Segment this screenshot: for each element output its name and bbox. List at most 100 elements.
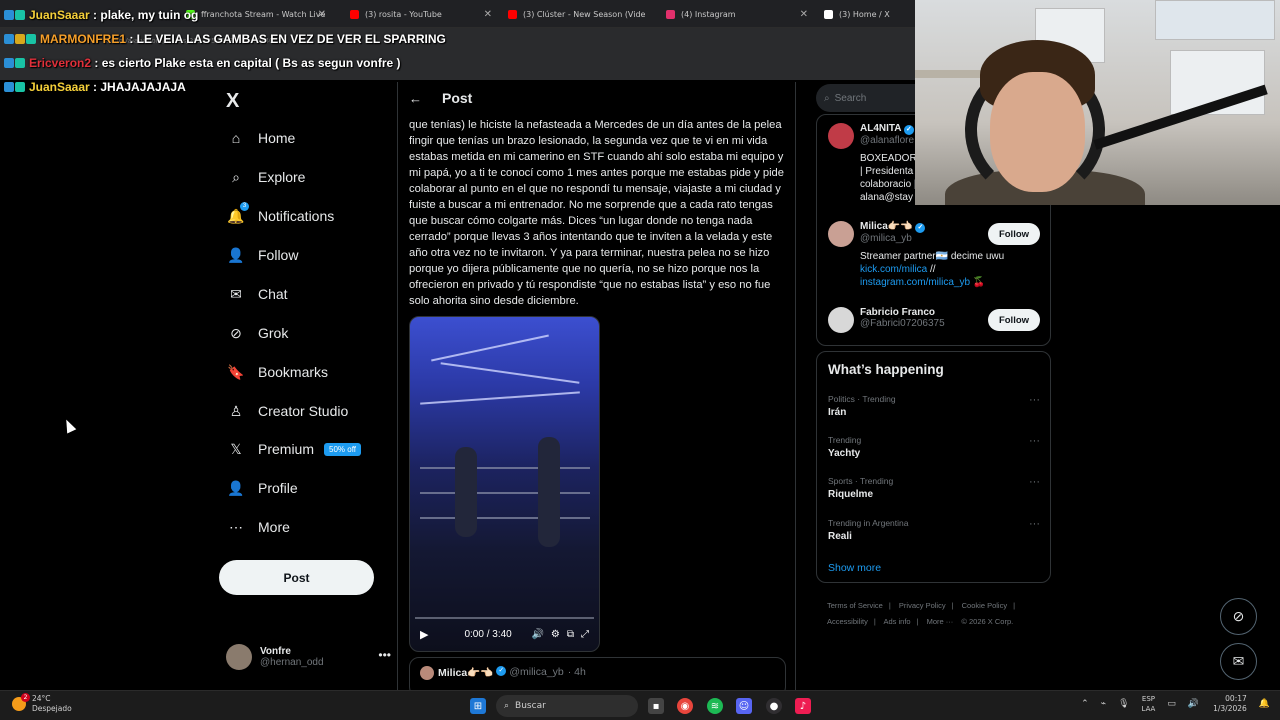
avatar (828, 307, 854, 333)
verified-badge-icon: ✓ (903, 125, 914, 135)
volume-icon[interactable]: 🔊 (531, 629, 543, 640)
mouse-cursor-icon (61, 417, 77, 434)
obs-icon[interactable]: ● (766, 698, 782, 714)
ring-rope (420, 467, 590, 469)
discord-icon[interactable]: ☺ (736, 698, 752, 714)
footer-link[interactable]: Accessibility (827, 617, 868, 626)
chevron-up-icon[interactable]: ⌃ (1081, 699, 1089, 709)
bio-link[interactable]: instagram.com/milica_yb (860, 277, 970, 288)
tab-x-home[interactable]: (3) Home / X (824, 0, 914, 28)
nav-chat[interactable]: ✉ Chat (227, 282, 287, 306)
notifications-bell-icon[interactable]: 🔔 (1259, 699, 1270, 709)
chat-badges (4, 82, 25, 92)
post-button[interactable]: Post (219, 560, 374, 595)
tab-instagram[interactable]: (4) Instagram ✕ (666, 0, 808, 28)
bell-icon: 🔔 3 (227, 202, 249, 225)
more-dots-icon[interactable]: ··· (1029, 476, 1040, 488)
chat-text: es cierto Plake esta en capital ( Bs as … (101, 56, 401, 70)
suggested-user[interactable]: AL4NITA ✓ @alanaflore BOXEADORA | Presid… (828, 123, 923, 204)
mail-icon: ✉ (230, 285, 242, 302)
ring-rope (420, 517, 590, 519)
display-icon[interactable]: ▭ (1167, 699, 1176, 709)
streamer-face (990, 72, 1085, 192)
avatar (828, 123, 854, 149)
language-indicator[interactable]: ESP LAA (1142, 694, 1156, 714)
video-player[interactable]: ▶ 0:00 / 3:40 🔊 ⚙ ⧉ ⤢ (409, 316, 600, 652)
nav-explore[interactable]: ⌕ Explore (227, 165, 305, 189)
quoted-reply[interactable]: Milica👉🏻👈🏻 ✓ @milica_yb · 4h (409, 657, 786, 692)
avatar (828, 221, 854, 247)
microphone-icon[interactable]: 🎙 (1118, 699, 1129, 709)
tab-youtube-cluster[interactable]: (3) Clúster - New Season (Vide (508, 0, 650, 28)
network-icon[interactable]: ⌁ (1101, 699, 1106, 709)
grok-icon[interactable]: ⊘ (1220, 598, 1257, 635)
spotify-icon[interactable]: ≋ (707, 698, 723, 714)
nav-follow[interactable]: 👤 Follow (227, 243, 298, 267)
settings-icon[interactable]: ⚙ (551, 629, 560, 640)
nav-creator-studio[interactable]: ♙ Creator Studio (227, 399, 349, 423)
tiktok-icon[interactable]: ♪ (795, 698, 811, 714)
more-dots-icon[interactable]: ··· (1029, 435, 1040, 447)
video-time: 0:00 / 3:40 (464, 628, 512, 640)
taskbar-search[interactable]: ⌕ Buscar (496, 695, 638, 717)
messages-icon[interactable]: ✉ (1220, 643, 1257, 680)
ceiling-light (431, 334, 549, 362)
nav-grok[interactable]: ⊘ Grok (227, 321, 288, 345)
pip-icon[interactable]: ⧉ (567, 629, 574, 640)
follow-button[interactable]: Follow (988, 223, 1040, 245)
boxer-figure (538, 437, 560, 547)
reply-handle: @milica_yb (509, 666, 564, 678)
footer-link[interactable]: Privacy Policy (899, 601, 946, 610)
nav-more[interactable]: ⋯ More (227, 515, 290, 539)
windows-taskbar: 2 24°C Despejado ⊞ ⌕ Buscar ▪ ◉ ≋ ☺ ● ♪ … (0, 690, 1280, 720)
close-icon[interactable]: ✕ (318, 9, 326, 20)
footer-link[interactable]: Cookie Policy (962, 601, 1007, 610)
clock[interactable]: 00:17 1/3/2026 (1213, 694, 1247, 714)
windows-start-icon[interactable]: ⊞ (470, 698, 486, 714)
account-switcher[interactable]: Vonfre @hernan_odd ••• (226, 640, 391, 674)
more-dots-icon[interactable]: ··· (1029, 394, 1040, 406)
footer-link[interactable]: Terms of Service (827, 601, 883, 610)
nav-profile[interactable]: 👤 Profile (227, 476, 297, 500)
x-logo[interactable]: X (226, 90, 239, 113)
play-icon[interactable]: ▶ (420, 628, 428, 641)
nav-notifications[interactable]: 🔔 3 Notifications (227, 202, 334, 228)
post-body-text: que tenías) le hiciste la nefasteada a M… (409, 119, 784, 307)
nav-home[interactable]: ⌂ Home (227, 126, 296, 150)
more-dots-icon[interactable]: ••• (378, 648, 391, 662)
weather-widget[interactable]: 2 24°C Despejado (12, 693, 72, 714)
tab-kick[interactable]: ffranchota Stream - Watch Live ✕ (186, 0, 326, 28)
nav-bookmarks[interactable]: 🔖 Bookmarks (227, 360, 328, 384)
chat-message: JuanSaaar : plake, my tuin og (4, 8, 198, 22)
bio-link[interactable]: kick.com/milica (860, 264, 927, 275)
tab-youtube-rosita[interactable]: (3) rosita - YouTube ✕ (350, 0, 492, 28)
trend-item[interactable]: Trending in Argentina Reali ··· (828, 518, 1040, 542)
back-arrow-icon[interactable]: ← (409, 91, 422, 106)
close-icon[interactable]: ✕ (800, 9, 808, 20)
notification-count-badge: 3 (240, 202, 249, 211)
close-icon[interactable]: ✕ (484, 9, 492, 20)
user-bio: Streamer partner🇦🇷 decime uwu kick.com/mi… (860, 251, 1005, 288)
chat-message: Ericveron2 : es cierto Plake esta en cap… (4, 56, 401, 70)
footer-link[interactable]: More ··· (927, 617, 954, 626)
trend-item[interactable]: Trending Yachty ··· (828, 435, 1040, 459)
volume-icon[interactable]: 🔊 (1188, 699, 1199, 709)
trend-item[interactable]: Politics · Trending Irán ··· (828, 394, 1040, 418)
more-dots-icon[interactable]: ··· (1029, 518, 1040, 530)
fullscreen-icon[interactable]: ⤢ (581, 629, 589, 640)
chrome-icon[interactable]: ◉ (677, 698, 693, 714)
webcam-overlay (915, 0, 1280, 205)
trend-item[interactable]: Sports · Trending Riquelme ··· (828, 476, 1040, 500)
system-tray: ⌃ ⌁ 🎙 ESP LAA ▭ 🔊 00:17 1/3/2026 🔔 (1069, 694, 1270, 714)
chat-text: LE VEIA LAS GAMBAS EN VEZ DE VER EL SPAR… (136, 32, 446, 46)
sun-icon: 2 (12, 693, 30, 711)
footer-link[interactable]: Ads info (883, 617, 910, 626)
nav-premium[interactable]: 𝕏 Premium 50% off (227, 437, 361, 461)
suggested-user[interactable]: Fabricio Franco @Fabrici07206375 (828, 307, 945, 333)
task-view-icon[interactable]: ▪ (648, 698, 664, 714)
user-name: Milica👉🏻👈🏻 (860, 221, 913, 232)
show-more-link[interactable]: Show more (828, 562, 881, 574)
account-name: Vonfre (260, 646, 291, 657)
follow-button[interactable]: Follow (988, 309, 1040, 331)
copyright: © 2026 X Corp. (961, 617, 1014, 626)
